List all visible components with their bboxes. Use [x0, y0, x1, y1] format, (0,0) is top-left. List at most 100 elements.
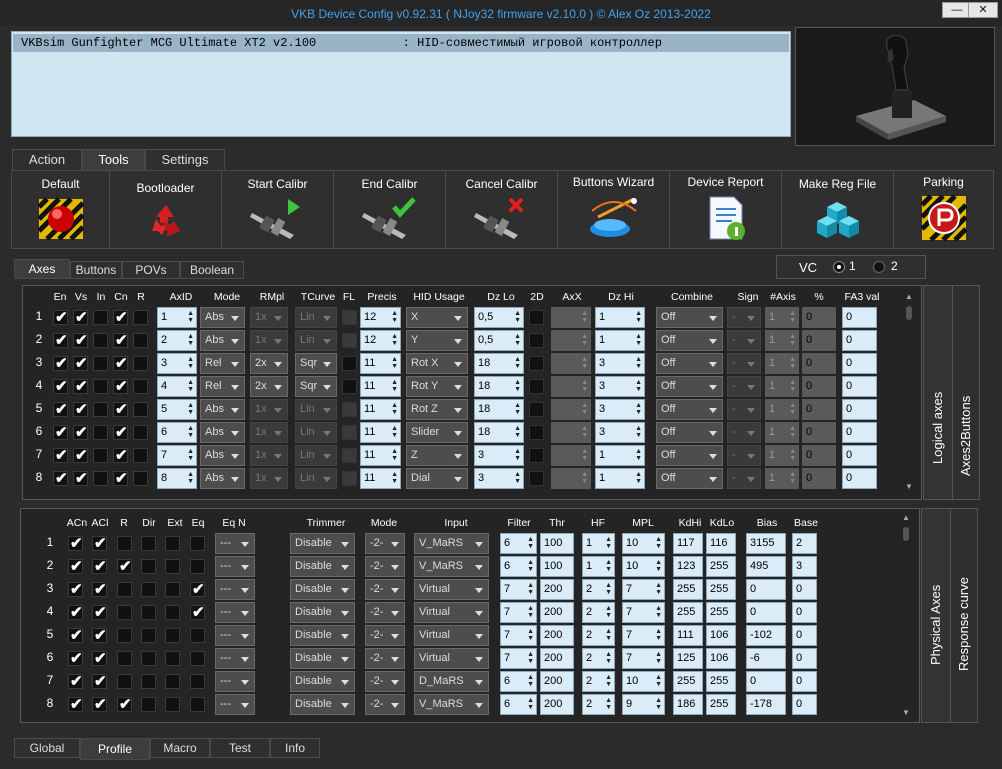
mode-select[interactable]: -2-	[365, 625, 405, 646]
precis-spinner[interactable]: 11 ▲ ▼	[360, 376, 401, 397]
eq-n-select[interactable]: ---	[215, 648, 255, 669]
spin-arrows-icon[interactable]: ▲ ▼	[605, 697, 612, 711]
checkbox-in[interactable]	[93, 425, 108, 440]
checkbox-cn[interactable]	[113, 331, 128, 349]
checkbox-en[interactable]	[53, 331, 68, 349]
trimmer-select[interactable]: Disable	[290, 648, 355, 669]
checkbox-acl[interactable]	[92, 580, 107, 598]
trimmer-select[interactable]: Disable	[290, 556, 355, 577]
base-field[interactable]: 0	[792, 671, 817, 692]
tab-axes2buttons[interactable]: Axes2Buttons	[953, 286, 979, 499]
trimmer-select[interactable]: Disable	[290, 533, 355, 554]
kdhi-field[interactable]: 125	[673, 648, 703, 669]
hid-usage-select[interactable]: X	[406, 307, 468, 328]
spin-arrows-icon[interactable]: ▲ ▼	[527, 674, 534, 688]
mode-select[interactable]: Rel	[200, 376, 245, 397]
checkbox-r[interactable]	[117, 674, 132, 689]
hid-usage-select[interactable]: Z	[406, 445, 468, 466]
tab-info[interactable]: Info	[270, 738, 320, 758]
hf-spinner[interactable]: 2 ▲ ▼	[582, 602, 615, 623]
checkbox-r[interactable]	[133, 448, 148, 463]
combine-select[interactable]: Off	[656, 468, 723, 489]
spin-arrows-icon[interactable]: ▲ ▼	[514, 356, 521, 370]
checkbox-dir[interactable]	[141, 674, 156, 689]
fa3-val-field[interactable]: 0	[842, 353, 877, 374]
axid-spinner[interactable]: 6 ▲ ▼	[157, 422, 197, 443]
eq-n-select[interactable]: ---	[215, 556, 255, 577]
spin-arrows-icon[interactable]: ▲ ▼	[605, 582, 612, 596]
axid-spinner[interactable]: 5 ▲ ▼	[157, 399, 197, 420]
dz-lo-spinner[interactable]: 3 ▲ ▼	[474, 468, 524, 489]
input-select[interactable]: Virtual	[414, 625, 489, 646]
spin-arrows-icon[interactable]: ▲ ▼	[581, 310, 588, 324]
device-list[interactable]: VKBsim Gunfighter MCG Ultimate XT2 v2.10…	[11, 31, 791, 137]
checkbox-in[interactable]	[93, 379, 108, 394]
hid-usage-select[interactable]: Y	[406, 330, 468, 351]
vc-radio-1[interactable]	[833, 261, 845, 273]
checkbox-cn[interactable]	[113, 354, 128, 372]
checkbox-acn[interactable]	[68, 557, 83, 575]
axid-spinner[interactable]: 4 ▲ ▼	[157, 376, 197, 397]
mpl-spinner[interactable]: 7 ▲ ▼	[622, 602, 665, 623]
thr-field[interactable]: 100	[540, 533, 574, 554]
checkbox-dir[interactable]	[141, 582, 156, 597]
axid-spinner[interactable]: 3 ▲ ▼	[157, 353, 197, 374]
spin-arrows-icon[interactable]: ▲ ▼	[581, 402, 588, 416]
precis-spinner[interactable]: 11 ▲ ▼	[360, 353, 401, 374]
checkbox-r[interactable]	[117, 695, 132, 713]
axid-spinner[interactable]: 8 ▲ ▼	[157, 468, 197, 489]
checkbox-acl[interactable]	[92, 557, 107, 575]
checkbox-dir[interactable]	[141, 628, 156, 643]
mode-select[interactable]: -2-	[365, 556, 405, 577]
spin-arrows-icon[interactable]: ▲ ▼	[187, 310, 194, 324]
fa3-val-field[interactable]: 0	[842, 376, 877, 397]
thr-field[interactable]: 200	[540, 579, 574, 600]
checkbox-cn[interactable]	[113, 423, 128, 441]
input-select[interactable]: Virtual	[414, 579, 489, 600]
thr-field[interactable]: 200	[540, 671, 574, 692]
tab-test[interactable]: Test	[210, 738, 270, 758]
dz-lo-spinner[interactable]: 18 ▲ ▼	[474, 399, 524, 420]
checkbox-eq[interactable]	[190, 697, 205, 712]
dz-lo-spinner[interactable]: 18 ▲ ▼	[474, 422, 524, 443]
scroll-thumb[interactable]	[903, 527, 909, 541]
eq-n-select[interactable]: ---	[215, 671, 255, 692]
spin-arrows-icon[interactable]: ▲ ▼	[527, 582, 534, 596]
precis-spinner[interactable]: 11 ▲ ▼	[360, 399, 401, 420]
dz-lo-spinner[interactable]: 18 ▲ ▼	[474, 353, 524, 374]
checkbox-en[interactable]	[53, 423, 68, 441]
spin-arrows-icon[interactable]: ▲ ▼	[581, 379, 588, 393]
dz-hi-spinner[interactable]: 1 ▲ ▼	[595, 330, 645, 351]
spin-arrows-icon[interactable]: ▲ ▼	[605, 628, 612, 642]
spin-arrows-icon[interactable]: ▲ ▼	[187, 425, 194, 439]
spin-arrows-icon[interactable]: ▲ ▼	[655, 582, 662, 596]
combine-select[interactable]: Off	[656, 399, 723, 420]
checkbox-acl[interactable]	[92, 603, 107, 621]
dz-hi-spinner[interactable]: 3 ▲ ▼	[595, 399, 645, 420]
spin-arrows-icon[interactable]: ▲ ▼	[581, 356, 588, 370]
checkbox-in[interactable]	[93, 356, 108, 371]
checkbox-ext[interactable]	[165, 651, 180, 666]
bias-field[interactable]: -178	[746, 694, 786, 715]
checkbox-en[interactable]	[53, 446, 68, 464]
checkbox-acl[interactable]	[92, 672, 107, 690]
2d-checkbox[interactable]	[529, 448, 544, 463]
bias-field[interactable]: -102	[746, 625, 786, 646]
axid-spinner[interactable]: 1 ▲ ▼	[157, 307, 197, 328]
spin-arrows-icon[interactable]: ▲ ▼	[605, 536, 612, 550]
tab-settings[interactable]: Settings	[145, 149, 225, 171]
tab-tools[interactable]: Tools	[82, 149, 145, 171]
spin-arrows-icon[interactable]: ▲ ▼	[789, 425, 796, 439]
2d-checkbox[interactable]	[529, 333, 544, 348]
spin-arrows-icon[interactable]: ▲ ▼	[514, 425, 521, 439]
input-select[interactable]: Virtual	[414, 602, 489, 623]
spin-arrows-icon[interactable]: ▲ ▼	[391, 402, 398, 416]
combine-select[interactable]: Off	[656, 307, 723, 328]
checkbox-dir[interactable]	[141, 536, 156, 551]
device-list-item[interactable]: VKBsim Gunfighter MCG Ultimate XT2 v2.10…	[13, 34, 789, 52]
spin-arrows-icon[interactable]: ▲ ▼	[635, 425, 642, 439]
precis-spinner[interactable]: 12 ▲ ▼	[360, 307, 401, 328]
checkbox-acl[interactable]	[92, 626, 107, 644]
mode-select[interactable]: -2-	[365, 579, 405, 600]
checkbox-acl[interactable]	[92, 649, 107, 667]
